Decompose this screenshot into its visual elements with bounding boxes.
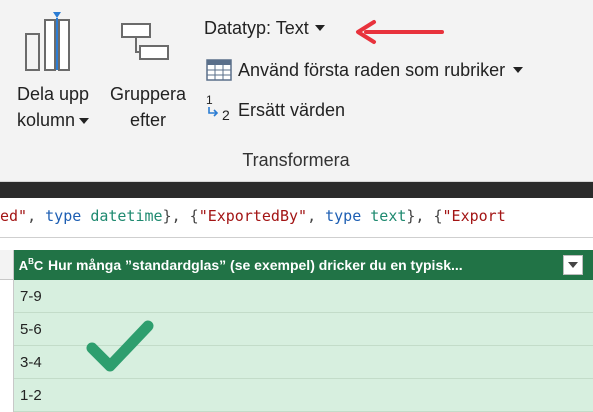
formula-text[interactable]: ed", type datetime}, {"ExportedBy", type…: [0, 207, 506, 225]
row-number-column: [0, 250, 14, 412]
annotation-arrow-icon: [356, 20, 444, 44]
transform-group-label: Transformera: [242, 150, 350, 170]
chevron-down-icon: [314, 25, 325, 31]
table-row[interactable]: 1-2: [14, 379, 593, 412]
chevron-down-icon: [513, 67, 524, 73]
grid-gap: [0, 238, 593, 250]
cell-value: 3-4: [20, 354, 42, 371]
formula-token: type: [325, 207, 362, 225]
formula-token: }, {: [162, 207, 199, 225]
group-by-label-2: efter: [129, 110, 167, 130]
formula-token: }, {: [406, 207, 443, 225]
split-column-label-2: kolumn: [16, 110, 76, 130]
formula-token: ,: [27, 207, 46, 225]
split-column-icon: [25, 12, 70, 71]
ribbon: Dela upp kolumn Gruppera efter Datatyp: …: [0, 0, 593, 182]
checkmark-icon: [86, 320, 154, 372]
group-by-icon: [121, 23, 169, 60]
use-first-row-label: Använd första raden som rubriker: [238, 59, 506, 80]
split-column-label-1: Dela upp: [16, 84, 90, 104]
formula-token: [81, 207, 90, 225]
table-row[interactable]: 7-9: [14, 280, 593, 313]
split-column-button[interactable]: Dela upp kolumn: [6, 0, 100, 140]
formula-bar[interactable]: ed", type datetime}, {"ExportedBy", type…: [0, 198, 593, 238]
formula-token: datetime: [90, 207, 163, 225]
group-by-button[interactable]: Gruppera efter: [100, 0, 196, 140]
replace-icon-bottom: 2: [222, 107, 230, 123]
replace-values-icon: 1 2: [204, 93, 234, 125]
chevron-down-icon: [79, 118, 90, 125]
formula-token: text: [370, 207, 407, 225]
column-filter-button[interactable]: [563, 255, 583, 275]
column-title: Hur många ”standardglas” (se exempel) dr…: [48, 257, 463, 273]
formula-token: "ExportedBy": [198, 207, 308, 225]
formula-token: ed": [0, 207, 28, 225]
formula-token: [361, 207, 370, 225]
replace-icon-top: 1: [206, 93, 213, 107]
text-type-icon[interactable]: ABC: [14, 257, 48, 273]
use-first-row-as-headers-button[interactable]: Använd första raden som rubriker: [204, 55, 524, 85]
replace-values-label: Ersätt värden: [238, 99, 346, 120]
table-corner[interactable]: [0, 250, 13, 280]
chevron-down-icon: [568, 262, 578, 268]
group-by-label-1: Gruppera: [109, 84, 187, 104]
cell-value: 5-6: [20, 321, 42, 338]
formula-token: type: [45, 207, 82, 225]
ribbon-separator: [0, 182, 593, 198]
table-icon: [204, 55, 234, 85]
column-header[interactable]: ABC Hur många ”standardglas” (se exempel…: [14, 250, 593, 280]
cell-value: 7-9: [20, 288, 42, 305]
formula-token: ,: [307, 207, 326, 225]
data-type-label: Datatyp: Text: [204, 17, 309, 38]
data-type-dropdown[interactable]: Datatyp: Text: [204, 13, 325, 43]
cell-value: 1-2: [20, 387, 42, 404]
replace-values-button[interactable]: 1 2 Ersätt värden: [204, 93, 346, 125]
formula-token: "Export: [442, 207, 506, 225]
